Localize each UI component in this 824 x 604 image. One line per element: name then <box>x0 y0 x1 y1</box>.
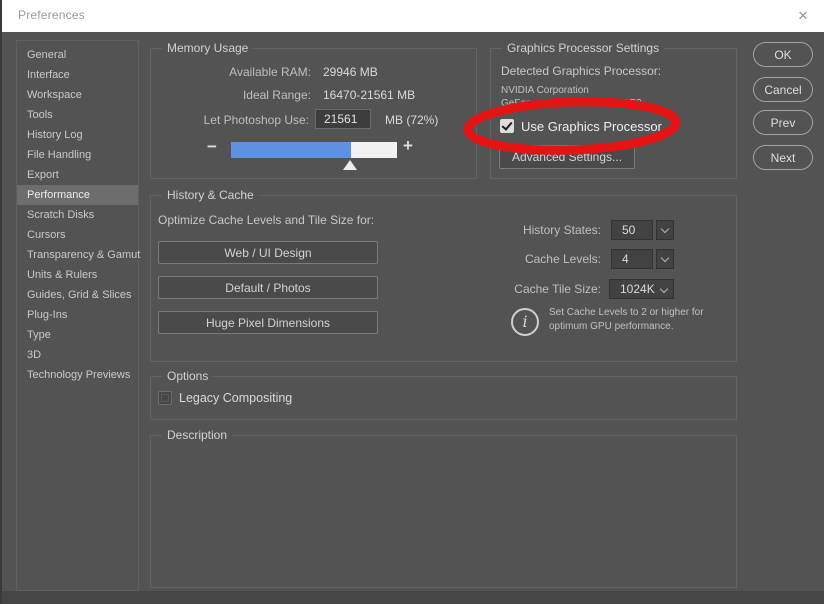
use-graphics-processor-checkbox[interactable] <box>500 119 514 133</box>
memory-slider[interactable] <box>231 142 397 158</box>
preset-huge-pixel-dimensions-button[interactable]: Huge Pixel Dimensions <box>158 311 378 334</box>
detected-gpu-label: Detected Graphics Processor: <box>501 64 662 78</box>
memory-slider-fill <box>231 142 351 158</box>
let-photoshop-use-label: Let Photoshop Use: <box>203 113 309 127</box>
history-states-label: History States: <box>522 223 601 237</box>
sidebar-item-export[interactable]: Export <box>17 165 138 185</box>
memory-amount-input[interactable] <box>315 109 371 129</box>
sidebar-item-guides-grid-slices[interactable]: Guides, Grid & Slices <box>17 285 138 305</box>
cache-tile-size-value: 1024K <box>620 282 655 296</box>
cancel-button[interactable]: Cancel <box>753 77 813 102</box>
ideal-range-label: Ideal Range: <box>242 88 311 102</box>
sidebar-item-interface[interactable]: Interface <box>17 65 138 85</box>
sidebar-item-transparency-gamut[interactable]: Transparency & Gamut <box>17 245 140 265</box>
options-title: Options <box>162 369 214 383</box>
sidebar-item-performance[interactable]: Performance <box>17 185 138 205</box>
cache-levels-label: Cache Levels: <box>524 252 601 266</box>
next-button[interactable]: Next <box>753 145 813 170</box>
legacy-compositing-label: Legacy Compositing <box>179 391 293 405</box>
description-title: Description <box>162 428 233 442</box>
use-graphics-processor-label: Use Graphics Processor <box>521 119 662 134</box>
sidebar-item-units-rulers[interactable]: Units & Rulers <box>17 265 138 285</box>
cache-info-line2: optimum GPU performance. <box>549 321 674 332</box>
memory-decrease-button[interactable]: − <box>207 137 217 157</box>
titlebar: Preferences × <box>2 0 824 32</box>
description-group: Description <box>150 428 737 588</box>
available-ram-value: 29946 MB <box>323 65 378 79</box>
history-cache-group: History & Cache Optimize Cache Levels an… <box>150 188 737 362</box>
options-group: Options Legacy Compositing <box>150 369 737 420</box>
memory-percent-suffix: MB (72%) <box>385 113 439 127</box>
close-icon[interactable]: × <box>790 3 816 29</box>
preferences-dialog: Preferences × General Interface Workspac… <box>0 0 824 604</box>
sidebar-item-plug-ins[interactable]: Plug-Ins <box>17 305 138 325</box>
history-states-dropdown-button[interactable] <box>656 220 674 240</box>
sidebar-item-general[interactable]: General <box>17 45 138 65</box>
sidebar-item-file-handling[interactable]: File Handling <box>17 145 138 165</box>
preset-web-ui-design-button[interactable]: Web / UI Design <box>158 241 378 264</box>
info-icon: i <box>511 308 539 336</box>
sidebar-item-type[interactable]: Type <box>17 325 138 345</box>
memory-slider-thumb[interactable] <box>343 160 357 170</box>
history-cache-title: History & Cache <box>162 188 259 202</box>
preset-default-photos-button[interactable]: Default / Photos <box>158 276 378 299</box>
ok-button[interactable]: OK <box>753 42 813 67</box>
chevron-down-icon <box>659 284 669 294</box>
gpu-model: GeForce GTX 1650/PCIe/SSE2 <box>501 98 642 109</box>
sidebar-item-workspace[interactable]: Workspace <box>17 85 138 105</box>
gpu-vendor: NVIDIA Corporation <box>501 85 589 96</box>
graphics-settings-title: Graphics Processor Settings <box>502 41 665 55</box>
dialog-body: General Interface Workspace Tools Histor… <box>2 32 824 604</box>
chevron-down-icon <box>660 253 670 263</box>
memory-increase-button[interactable]: + <box>403 136 413 156</box>
sidebar-item-cursors[interactable]: Cursors <box>17 225 138 245</box>
history-states-select[interactable]: 50 <box>611 220 653 240</box>
chevron-down-icon <box>660 224 670 234</box>
memory-usage-group: Memory Usage Available RAM: 29946 MB Ide… <box>150 41 477 179</box>
cache-info-line1: Set Cache Levels to 2 or higher for <box>549 307 704 318</box>
available-ram-label: Available RAM: <box>229 65 311 79</box>
graphics-settings-group: Graphics Processor Settings Detected Gra… <box>490 41 737 179</box>
window-title: Preferences <box>18 8 85 22</box>
sidebar-item-scratch-disks[interactable]: Scratch Disks <box>17 205 138 225</box>
dialog-bottom-edge <box>2 591 824 604</box>
advanced-settings-button[interactable]: Advanced Settings... <box>499 145 635 169</box>
cache-tile-size-label: Cache Tile Size: <box>514 282 601 296</box>
sidebar-item-tools[interactable]: Tools <box>17 105 138 125</box>
cache-tile-size-select[interactable]: 1024K <box>609 279 674 299</box>
sidebar-item-3d[interactable]: 3D <box>17 345 138 365</box>
sidebar: General Interface Workspace Tools Histor… <box>16 40 140 591</box>
memory-usage-title: Memory Usage <box>162 41 254 55</box>
cache-levels-dropdown-button[interactable] <box>656 249 674 269</box>
sidebar-item-history-log[interactable]: History Log <box>17 125 138 145</box>
optimize-cache-label: Optimize Cache Levels and Tile Size for: <box>158 213 375 227</box>
cache-levels-select[interactable]: 4 <box>611 249 653 269</box>
legacy-compositing-checkbox[interactable] <box>158 391 172 405</box>
prev-button[interactable]: Prev <box>753 110 813 135</box>
sidebar-item-technology-previews[interactable]: Technology Previews <box>17 365 138 385</box>
ideal-range-value: 16470-21561 MB <box>323 88 416 102</box>
